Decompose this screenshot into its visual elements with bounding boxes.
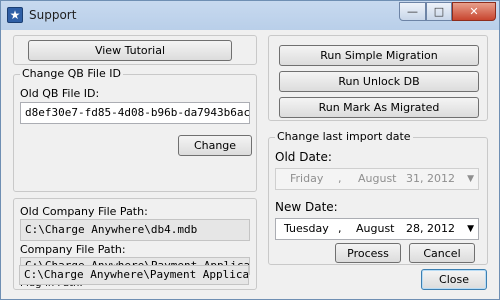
run-mark-migrated-label: Run Mark As Migrated: [318, 101, 440, 114]
import-date-group: Change last import date Old Date: Friday…: [268, 130, 488, 265]
old-date-sep: ,: [338, 172, 342, 185]
change-label: Change: [193, 139, 237, 152]
run-unlock-db-label: Run Unlock DB: [338, 75, 420, 88]
process-label: Process: [347, 247, 389, 260]
old-date-daynum: 31, 2012: [406, 172, 455, 185]
old-date-day: Friday: [290, 172, 324, 185]
run-simple-migration-label: Run Simple Migration: [320, 49, 438, 62]
migration-panel: Run Simple Migration Run Unlock DB Run M…: [268, 35, 488, 121]
old-date-label: Old Date:: [275, 150, 332, 164]
title-bar: ★ Support — □ ✕: [1, 1, 499, 30]
run-simple-migration-button[interactable]: Run Simple Migration: [279, 45, 479, 66]
qb-file-id-legend: Change QB File ID: [20, 67, 123, 80]
minimize-button[interactable]: —: [399, 2, 426, 21]
window-close-button[interactable]: ✕: [452, 2, 496, 21]
plugin-path-field[interactable]: C:\Charge Anywhere\Payment Application: [19, 265, 249, 285]
import-date-legend: Change last import date: [275, 130, 413, 143]
cancel-button[interactable]: Cancel: [409, 243, 475, 263]
window-title: Support: [29, 8, 77, 22]
process-button[interactable]: Process: [335, 243, 401, 263]
star-icon: ★: [7, 7, 23, 23]
cancel-label: Cancel: [423, 247, 461, 260]
new-date-picker[interactable]: Tuesday , August 28, 2012 ▼: [275, 218, 479, 240]
run-mark-migrated-button[interactable]: Run Mark As Migrated: [279, 97, 479, 118]
qb-file-id-group: Change QB File ID Old QB File ID: d8ef30…: [13, 67, 257, 192]
old-qb-file-id-label: Old QB File ID:: [20, 87, 100, 100]
new-date-month: August: [356, 222, 395, 235]
new-date-sep: ,: [338, 222, 342, 235]
old-company-path-field[interactable]: C:\Charge Anywhere\db4.mdb: [20, 219, 250, 241]
view-tutorial-button[interactable]: View Tutorial: [28, 40, 232, 61]
old-date-month: August: [358, 172, 397, 185]
new-date-label: New Date:: [275, 200, 338, 214]
dialog-content: View Tutorial Change QB File ID Old QB F…: [9, 31, 493, 293]
new-date-daynum: 28, 2012: [406, 222, 455, 235]
close-label: Close: [439, 273, 469, 286]
old-qb-file-id-field[interactable]: d8ef30e7-fd85-4d08-b96b-da7943b6ac61: [20, 102, 250, 124]
company-path-label: Company File Path:: [20, 243, 126, 256]
chevron-down-icon: ▼: [467, 174, 474, 184]
run-unlock-db-button[interactable]: Run Unlock DB: [279, 71, 479, 92]
view-tutorial-label: View Tutorial: [94, 44, 166, 57]
chevron-down-icon: ▼: [467, 224, 474, 234]
tutorial-panel: View Tutorial: [13, 35, 257, 65]
old-date-picker[interactable]: Friday , August 31, 2012 ▼: [275, 168, 479, 190]
new-date-day: Tuesday: [284, 222, 329, 235]
maximize-button[interactable]: □: [426, 2, 452, 21]
support-window: ★ Support — □ ✕ View Tutorial Change QB …: [0, 0, 500, 300]
old-company-path-label: Old Company File Path:: [20, 205, 148, 218]
close-button[interactable]: Close: [421, 269, 487, 290]
change-button[interactable]: Change: [178, 135, 252, 156]
